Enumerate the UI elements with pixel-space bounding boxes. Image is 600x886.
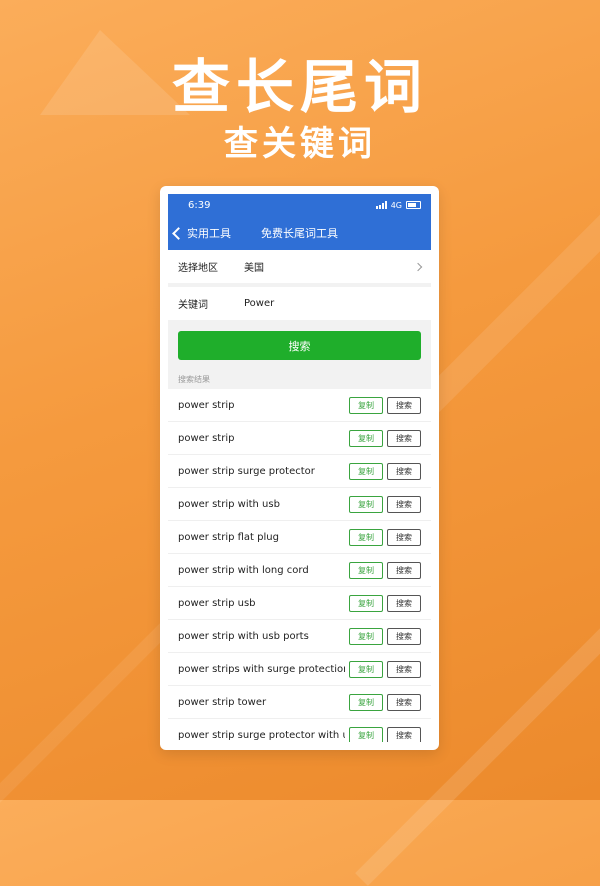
result-row: power strip 复制 搜索 xyxy=(168,422,431,455)
copy-button[interactable]: 复制 xyxy=(349,429,383,447)
result-row: power strip surge protector with u 复制 搜索 xyxy=(168,719,431,742)
app-screen: 6:39 4G 实用工具 免费长尾词工具 选择地区 美国 关键词 Power 搜… xyxy=(168,194,431,742)
copy-button[interactable]: 复制 xyxy=(349,660,383,678)
result-keyword: power strip with usb ports xyxy=(178,630,309,642)
result-row: power strips with surge protection 复制 搜索 xyxy=(168,653,431,686)
result-row: power strip with long cord 复制 搜索 xyxy=(168,554,431,587)
copy-button[interactable]: 复制 xyxy=(349,528,383,546)
battery-icon xyxy=(406,201,421,209)
results-label: 搜索结果 xyxy=(178,375,210,384)
result-keyword: power strips with surge protection xyxy=(178,663,345,675)
keyword-field[interactable]: 关键词 Power xyxy=(168,287,431,320)
result-row: power strip with usb 复制 搜索 xyxy=(168,488,431,521)
copy-button[interactable]: 复制 xyxy=(349,627,383,645)
hero-subtitle: 查关键词 xyxy=(224,124,376,164)
result-keyword: power strip surge protector with u xyxy=(178,729,345,741)
result-keyword: power strip tower xyxy=(178,696,267,708)
copy-button[interactable]: 复制 xyxy=(349,726,383,742)
result-search-button[interactable]: 搜索 xyxy=(387,660,421,678)
result-row: power strip flat plug 复制 搜索 xyxy=(168,521,431,554)
result-search-button[interactable]: 搜索 xyxy=(387,429,421,447)
copy-button[interactable]: 复制 xyxy=(349,495,383,513)
result-row: power strip surge protector 复制 搜索 xyxy=(168,455,431,488)
hero-title: 查长尾词 xyxy=(171,53,428,121)
result-row: power strip with usb ports 复制 搜索 xyxy=(168,620,431,653)
result-search-button[interactable]: 搜索 xyxy=(387,726,421,742)
back-label: 实用工具 xyxy=(187,227,231,240)
result-search-button[interactable]: 搜索 xyxy=(387,561,421,579)
status-bar: 6:39 4G xyxy=(168,194,431,216)
status-time: 6:39 xyxy=(188,199,211,211)
result-keyword: power strip with usb xyxy=(178,498,280,510)
region-label: 选择地区 xyxy=(178,263,218,274)
back-button[interactable]: 实用工具 xyxy=(172,225,231,241)
search-button[interactable]: 搜索 xyxy=(178,331,421,360)
result-search-button[interactable]: 搜索 xyxy=(387,528,421,546)
chevron-left-icon xyxy=(172,226,185,240)
keyword-label: 关键词 xyxy=(178,300,208,311)
result-search-button[interactable]: 搜索 xyxy=(387,594,421,612)
result-keyword: power strip xyxy=(178,432,235,444)
result-row: power strip 复制 搜索 xyxy=(168,389,431,422)
result-keyword: power strip usb xyxy=(178,597,256,609)
result-search-button[interactable]: 搜索 xyxy=(387,396,421,414)
nav-bar: 实用工具 免费长尾词工具 xyxy=(168,216,431,250)
result-search-button[interactable]: 搜索 xyxy=(387,462,421,480)
result-keyword: power strip flat plug xyxy=(178,531,279,543)
copy-button[interactable]: 复制 xyxy=(349,462,383,480)
region-value: 美国 xyxy=(244,263,264,274)
copy-button[interactable]: 复制 xyxy=(349,561,383,579)
copy-button[interactable]: 复制 xyxy=(349,396,383,414)
result-search-button[interactable]: 搜索 xyxy=(387,495,421,513)
result-keyword: power strip xyxy=(178,399,235,411)
region-selector[interactable]: 选择地区 美国 xyxy=(168,250,431,283)
results-list: power strip 复制 搜索 power strip 复制 搜索 power stri… xyxy=(168,389,431,742)
phone-frame: 6:39 4G 实用工具 免费长尾词工具 选择地区 美国 关键词 Power 搜… xyxy=(160,186,439,750)
result-row: power strip usb 复制 搜索 xyxy=(168,587,431,620)
copy-button[interactable]: 复制 xyxy=(349,693,383,711)
copy-button[interactable]: 复制 xyxy=(349,594,383,612)
signal-icon xyxy=(375,201,387,209)
chevron-right-icon xyxy=(413,262,423,271)
result-search-button[interactable]: 搜索 xyxy=(387,693,421,711)
result-keyword: power strip with long cord xyxy=(178,564,309,576)
result-keyword: power strip surge protector xyxy=(178,465,315,477)
result-search-button[interactable]: 搜索 xyxy=(387,627,421,645)
network-label: 4G xyxy=(390,200,402,210)
result-row: power strip tower 复制 搜索 xyxy=(168,686,431,719)
keyword-input[interactable]: Power xyxy=(244,298,421,309)
